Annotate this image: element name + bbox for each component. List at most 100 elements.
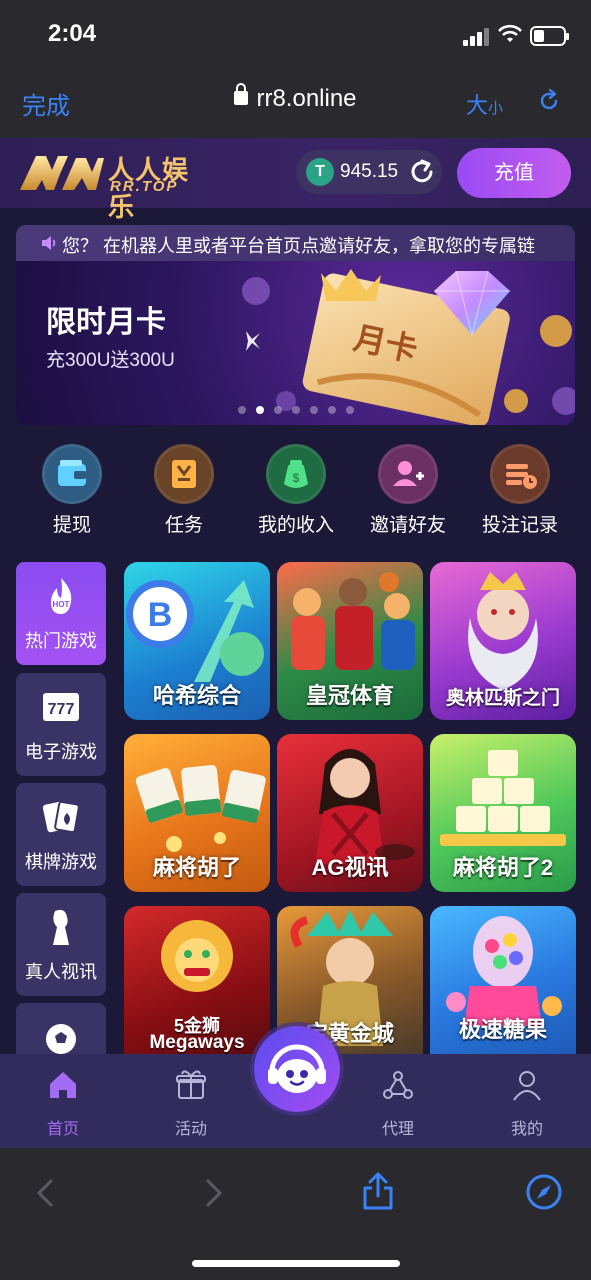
game-tile-ag-live[interactable]: AG视讯: [277, 734, 423, 892]
profile-icon: [513, 1071, 541, 1101]
recharge-button[interactable]: 充值: [457, 148, 571, 198]
robot-assistant-icon: [268, 1044, 326, 1093]
my-income-button[interactable]: $ 我的收入: [240, 444, 352, 536]
game-label: 皇冠体育: [305, 683, 394, 708]
home-icon: [50, 1072, 76, 1098]
banner-pagination[interactable]: [238, 401, 368, 414]
app-header: 人人娱乐 RR.TOP T 945.15 充值: [0, 138, 591, 222]
balance-display: T 945.15: [296, 150, 442, 194]
game-tile-mahjong-ways[interactable]: 麻将胡了: [124, 734, 270, 892]
announcement-marquee[interactable]: 您？ 在机器人里或者平台首页点邀请好友，拿取您的专属链: [16, 225, 575, 261]
nav-label: 我的: [510, 1121, 543, 1138]
tether-icon: T: [306, 158, 334, 186]
slot-777-text: 777: [48, 701, 75, 718]
browser-top-bar: 完成 rr8.online 大小: [0, 68, 591, 138]
compass-icon[interactable]: [526, 1174, 562, 1210]
agent-network-icon: [383, 1071, 413, 1099]
banner-dot[interactable]: [238, 406, 246, 414]
category-label: 棋牌游戏: [25, 852, 97, 872]
home-indicator: [192, 1260, 400, 1267]
speaker-icon: [42, 236, 56, 250]
gift-icon: [176, 1070, 206, 1099]
status-time: 2:04: [48, 20, 97, 47]
game-tile-candy-bonanza[interactable]: 极速糖果: [430, 906, 576, 1054]
category-label: 真人视讯: [25, 962, 97, 982]
game-tile-gates-of-olympus[interactable]: 奥林匹斯之门: [430, 562, 576, 720]
reload-icon[interactable]: [536, 88, 562, 114]
logo-mark-icon: [20, 156, 104, 190]
game-tile-crown-sports[interactable]: 皇冠体育: [277, 562, 423, 720]
bet-records-label: 投注记录: [481, 515, 558, 536]
withdraw-button[interactable]: 提现: [16, 444, 128, 536]
banner-dot-active[interactable]: [256, 406, 264, 414]
url-text: rr8.online: [256, 85, 357, 112]
svg-text:$: $: [293, 471, 300, 485]
bet-record-icon: [490, 444, 550, 504]
task-icon: [154, 444, 214, 504]
game-label: 奥林匹斯之门: [445, 688, 560, 709]
hot-flame-icon: HOT: [51, 578, 72, 614]
soccer-ball-icon: [46, 1024, 76, 1054]
lock-icon: [234, 82, 249, 105]
wallet-icon: [42, 444, 102, 504]
nav-activity[interactable]: 活动: [146, 1068, 236, 1139]
task-button[interactable]: 任务: [128, 444, 240, 536]
logo[interactable]: 人人娱乐 RR.TOP: [18, 146, 208, 222]
invite-user-icon: [378, 444, 438, 504]
invite-friends-label: 邀请好友: [369, 515, 446, 536]
cellular-signal-icon: [463, 28, 491, 46]
invite-friends-button[interactable]: 邀请好友: [352, 444, 464, 536]
customer-service-button[interactable]: [254, 1026, 340, 1112]
nav-home[interactable]: 首页: [18, 1068, 108, 1139]
forward-icon[interactable]: [203, 1178, 225, 1208]
back-icon[interactable]: [34, 1178, 56, 1208]
category-sports[interactable]: [16, 1003, 106, 1054]
nav-agent[interactable]: 代理: [353, 1068, 443, 1139]
game-tile-mahjong-ways-2[interactable]: 麻将胡了2: [430, 734, 576, 892]
share-icon[interactable]: [360, 1170, 396, 1212]
hot-badge: HOT: [53, 600, 70, 609]
wifi-icon: [498, 24, 522, 42]
category-hot-games[interactable]: HOT 热门游戏: [16, 562, 106, 665]
text-size-small: 小: [488, 100, 504, 117]
balance-value: 945.15: [340, 161, 399, 182]
category-card-games[interactable]: 棋牌游戏: [16, 783, 106, 886]
banner-dot[interactable]: [292, 406, 300, 414]
game-label: AG视讯: [311, 855, 389, 880]
my-income-label: 我的收入: [257, 515, 334, 536]
logo-domain: RR.TOP: [110, 178, 179, 195]
nav-label: 首页: [46, 1121, 79, 1138]
bet-records-button[interactable]: 投注记录: [464, 444, 576, 536]
game-label: 麻将胡了: [152, 855, 241, 880]
task-label: 任务: [164, 515, 203, 536]
category-live-video[interactable]: 真人视讯: [16, 893, 106, 996]
game-tile-5-lions[interactable]: 5金狮 Megaways: [124, 906, 270, 1054]
game-tile-hash[interactable]: B 哈希综合: [124, 562, 270, 720]
text-size-button[interactable]: 大小: [466, 88, 503, 120]
ios-status-bar: 2:04: [0, 0, 591, 68]
live-dealer-icon: [53, 909, 69, 945]
battery-icon: [530, 26, 569, 46]
slot-777-icon: 777: [43, 693, 79, 721]
banner-dot[interactable]: [310, 406, 318, 414]
category-label: 热门游戏: [25, 631, 97, 651]
nav-profile[interactable]: 我的: [482, 1068, 572, 1139]
svg-text:B: B: [148, 596, 173, 634]
withdraw-label: 提现: [52, 515, 91, 536]
game-label: 哈希综合: [152, 683, 241, 708]
banner-dot[interactable]: [346, 406, 354, 414]
banner-dot[interactable]: [328, 406, 336, 414]
promo-banner[interactable]: 限时月卡 充300U送300U 月卡: [16, 261, 575, 425]
banner-title: 限时月卡: [46, 306, 166, 339]
category-electronic-games[interactable]: 777 电子游戏: [16, 673, 106, 776]
nav-label: 活动: [174, 1121, 207, 1138]
banner-dot[interactable]: [274, 406, 282, 414]
refresh-balance-icon[interactable]: [408, 158, 436, 186]
banner-subtitle: 充300U送300U: [46, 350, 175, 371]
money-bag-icon: $: [266, 444, 326, 504]
category-label: 电子游戏: [25, 742, 97, 762]
game-label-secondary: Megaways: [149, 1032, 245, 1053]
nav-label: 代理: [381, 1121, 414, 1138]
cards-icon: [42, 800, 80, 834]
game-label: 麻将胡了2: [452, 855, 554, 880]
